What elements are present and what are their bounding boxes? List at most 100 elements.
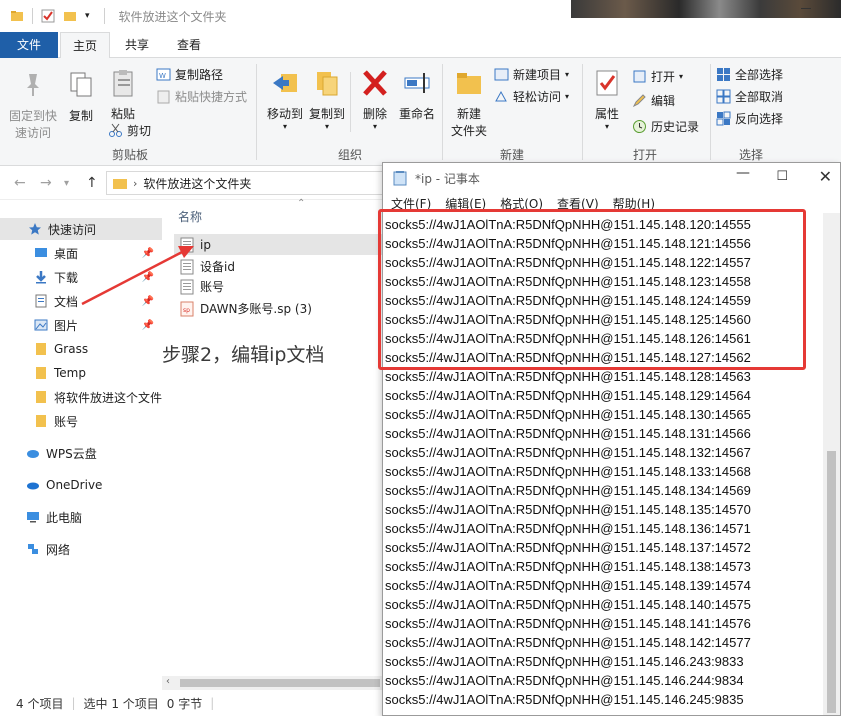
notepad-line[interactable]: socks5://4wJ1AOlTnA:R5DNfQpNHH@151.145.1… <box>385 671 815 690</box>
pin-icon[interactable]: 📌 <box>142 248 154 259</box>
pin-icon[interactable]: 📌 <box>142 272 154 283</box>
text-file-icon <box>180 259 194 274</box>
nav-label: 桌面 <box>54 246 79 261</box>
paste-shortcut-button[interactable]: 粘贴快捷方式 <box>156 86 247 106</box>
properties-check-icon[interactable] <box>41 9 55 23</box>
scroll-left-icon[interactable]: ‹ <box>166 676 170 687</box>
tab-home[interactable]: 主页 <box>60 32 110 59</box>
notepad-line[interactable]: socks5://4wJ1AOlTnA:R5DNfQpNHH@151.145.1… <box>385 443 815 462</box>
tab-share[interactable]: 共享 <box>114 32 160 58</box>
nav-item-temp[interactable]: Temp <box>0 362 162 384</box>
rename-button[interactable]: 重命名 <box>392 68 442 122</box>
download-icon <box>36 271 46 284</box>
edit-button[interactable]: 编辑 <box>632 90 675 110</box>
nav-item-wps-cloud[interactable]: WPS云盘 <box>0 442 162 464</box>
paste-button[interactable]: 粘贴 <box>98 68 148 122</box>
pin-icon[interactable]: 📌 <box>142 320 154 331</box>
column-header-name[interactable]: 名称 <box>178 208 202 225</box>
notepad-close-icon[interactable]: ✕ <box>819 167 832 186</box>
tab-file[interactable]: 文件 <box>0 32 58 58</box>
nav-item-onedrive[interactable]: OneDrive <box>0 474 162 496</box>
history-button[interactable]: 历史记录 <box>632 116 699 136</box>
group-divider <box>710 64 711 160</box>
new-folder-button[interactable]: 新建 文件夹 <box>444 68 494 139</box>
nav-item-software-folder[interactable]: 将软件放进这个文件 <box>0 386 162 408</box>
notepad-line[interactable]: socks5://4wJ1AOlTnA:R5DNfQpNHH@151.145.1… <box>385 424 815 443</box>
picture-icon <box>34 319 48 331</box>
pin-quick-access-button[interactable]: 固定到快 速访问 <box>8 70 58 141</box>
nav-item-documents[interactable]: 文档 📌 <box>0 290 162 312</box>
nav-item-downloads[interactable]: 下载 📌 <box>0 266 162 288</box>
scrollbar-thumb[interactable] <box>180 679 380 687</box>
open-button[interactable]: 打开 ▾ <box>632 66 683 86</box>
nav-label: WPS云盘 <box>46 446 97 461</box>
folder-icon <box>11 11 23 21</box>
nav-item-pictures[interactable]: 图片 📌 <box>0 314 162 336</box>
nav-item-accounts[interactable]: 账号 <box>0 410 162 432</box>
new-item-button[interactable]: 新建项目 ▾ <box>494 64 569 84</box>
tab-view[interactable]: 查看 <box>166 32 212 58</box>
breadcrumb-chevron-icon[interactable]: › <box>133 177 137 190</box>
notepad-maximize-icon[interactable]: ☐ <box>776 169 788 184</box>
address-path[interactable]: 软件放进这个文件夹 <box>143 175 251 192</box>
easy-access-button[interactable]: 轻松访问 ▾ <box>494 86 569 106</box>
back-arrow-icon[interactable]: ← <box>14 175 26 191</box>
select-none-label: 全部取消 <box>735 89 784 104</box>
document-icon <box>35 294 47 308</box>
notepad-line[interactable]: socks5://4wJ1AOlTnA:R5DNfQpNHH@151.145.1… <box>385 595 815 614</box>
notepad-line[interactable]: socks5://4wJ1AOlTnA:R5DNfQpNHH@151.145.1… <box>385 405 815 424</box>
horizontal-scrollbar[interactable]: ‹ <box>162 676 384 690</box>
notepad-line[interactable]: socks5://4wJ1AOlTnA:R5DNfQpNHH@151.145.1… <box>385 538 815 557</box>
recent-dropdown-icon[interactable]: ▾ <box>64 178 69 189</box>
nav-label: 账号 <box>54 414 79 429</box>
svg-text:sp: sp <box>183 307 190 314</box>
status-divider: | <box>71 696 76 710</box>
group-divider <box>256 64 257 160</box>
up-arrow-icon[interactable]: ↑ <box>86 175 98 191</box>
notepad-line[interactable]: socks5://4wJ1AOlTnA:R5DNfQpNHH@151.145.1… <box>385 462 815 481</box>
address-bar[interactable]: › 软件放进这个文件夹 <box>106 171 406 195</box>
copy-to-button[interactable]: 复制到 ▾ <box>302 68 352 131</box>
background-photo-strip <box>571 0 841 18</box>
nav-item-this-pc[interactable]: 此电脑 <box>0 506 162 528</box>
select-none-button[interactable]: 全部取消 <box>716 86 783 106</box>
notepad-line[interactable]: socks5://4wJ1AOlTnA:R5DNfQpNHH@151.145.1… <box>385 386 815 405</box>
cut-button[interactable]: 剪切 <box>108 120 151 140</box>
pin-label-line2: 速访问 <box>14 126 51 140</box>
quick-access-dropdown-icon[interactable]: ▾ <box>85 11 90 21</box>
notepad-line[interactable]: socks5://4wJ1AOlTnA:R5DNfQpNHH@151.145.1… <box>385 557 815 576</box>
copy-path-button[interactable]: W 复制路径 <box>156 64 223 84</box>
scrollbar-thumb[interactable] <box>827 451 836 713</box>
nav-item-network[interactable]: 网络 <box>0 538 162 560</box>
file-list: ⌃ 名称 ip 设备id 账号 sp DAWN多账号.sp (3) 步骤2，编辑… <box>162 198 384 690</box>
pin-icon[interactable]: 📌 <box>142 296 154 307</box>
notepad-title-bar: *ip - 记事本 — ☐ ✕ <box>383 163 840 193</box>
select-all-button[interactable]: 全部选择 <box>716 64 783 84</box>
new-item-icon <box>494 68 509 80</box>
new-folder-icon[interactable] <box>63 9 77 23</box>
properties-button[interactable]: 属性 ▾ <box>582 68 632 131</box>
notepad-vertical-scrollbar[interactable] <box>823 213 840 715</box>
file-row-accounts[interactable]: 账号 <box>174 276 384 297</box>
nav-item-grass[interactable]: Grass <box>0 338 162 360</box>
invert-selection-button[interactable]: 反向选择 <box>716 108 783 128</box>
notepad-minimize-icon[interactable]: — <box>736 165 750 181</box>
copy-path-label: 复制路径 <box>175 67 224 82</box>
file-row-ip[interactable]: ip <box>174 234 384 255</box>
notepad-line[interactable]: socks5://4wJ1AOlTnA:R5DNfQpNHH@151.145.1… <box>385 576 815 595</box>
delete-x-icon <box>363 70 387 96</box>
file-row-device-id[interactable]: 设备id <box>174 256 384 277</box>
notepad-line[interactable]: socks5://4wJ1AOlTnA:R5DNfQpNHH@151.145.1… <box>385 633 815 652</box>
nav-item-quick-access[interactable]: 快速访问 <box>0 218 162 240</box>
minimize-icon[interactable] <box>801 8 811 9</box>
file-row-dawn-sp[interactable]: sp DAWN多账号.sp (3) <box>174 298 384 319</box>
notepad-line[interactable]: socks5://4wJ1AOlTnA:R5DNfQpNHH@151.145.1… <box>385 519 815 538</box>
notepad-line[interactable]: socks5://4wJ1AOlTnA:R5DNfQpNHH@151.145.1… <box>385 614 815 633</box>
notepad-line[interactable]: socks5://4wJ1AOlTnA:R5DNfQpNHH@151.145.1… <box>385 652 815 671</box>
notepad-line[interactable]: socks5://4wJ1AOlTnA:R5DNfQpNHH@151.145.1… <box>385 481 815 500</box>
notepad-line[interactable]: socks5://4wJ1AOlTnA:R5DNfQpNHH@151.145.1… <box>385 500 815 519</box>
folder-icon <box>36 391 46 403</box>
forward-arrow-icon[interactable]: → <box>40 175 52 191</box>
nav-item-desktop[interactable]: 桌面 📌 <box>0 242 162 264</box>
notepad-line[interactable]: socks5://4wJ1AOlTnA:R5DNfQpNHH@151.145.1… <box>385 690 815 709</box>
